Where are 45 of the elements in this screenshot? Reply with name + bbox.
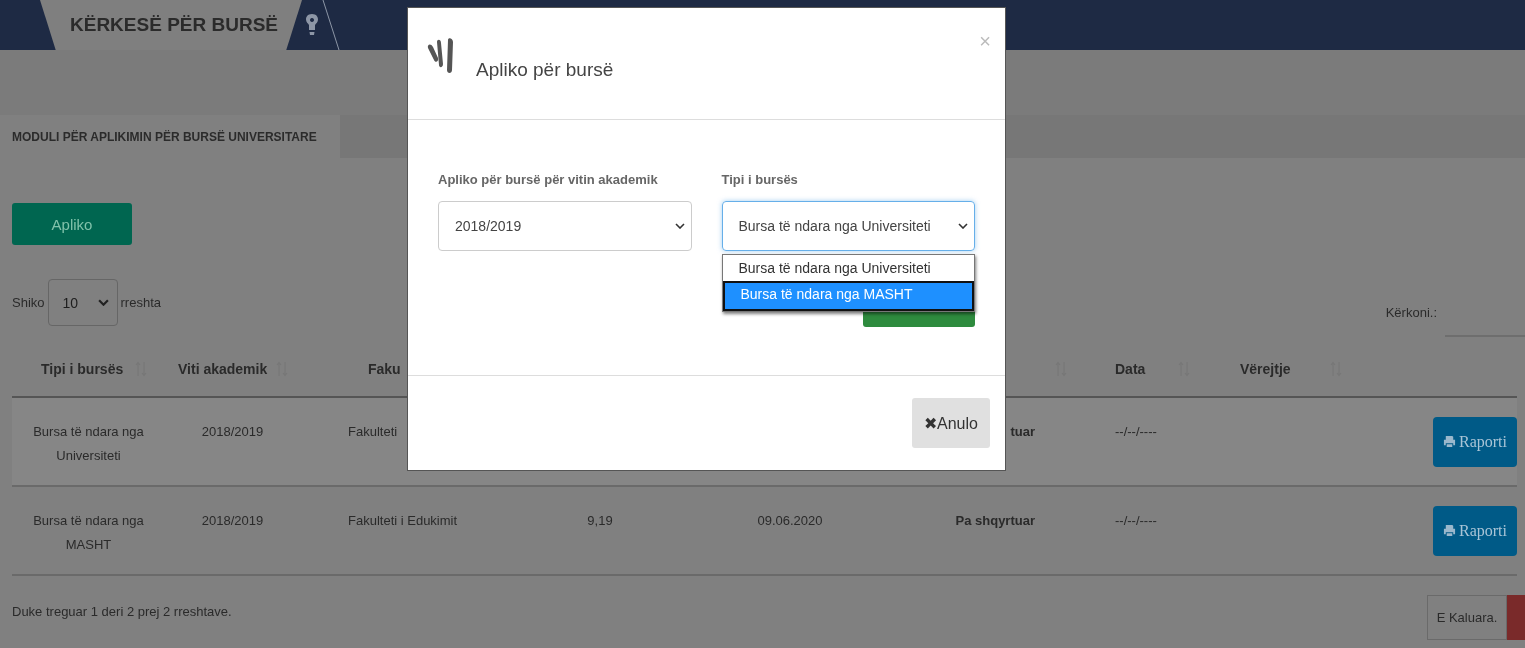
page-title: KËRKESË PËR BURSË	[70, 14, 278, 36]
caret-icon	[97, 299, 109, 306]
column-header[interactable]: Viti akademik	[178, 360, 268, 377]
printer-icon	[1443, 435, 1456, 448]
previous-page-button[interactable]: E Kaluara.	[1427, 595, 1507, 640]
rows-label: rreshta	[120, 295, 161, 310]
select-field[interactable]: Bursa të ndara nga Universiteti	[721, 201, 975, 251]
section-title: MODULI PËR APLIKIMIN PËR BURSË UNIVERSITARE	[12, 129, 317, 144]
table-cell: Fakulteti i Edukimit	[348, 513, 458, 528]
field-label: Tipi i bursës	[721, 172, 799, 187]
close-button[interactable]: ×	[979, 30, 991, 53]
field-label: Apliko për bursë për vitin akademik	[438, 172, 659, 187]
column-header[interactable]: Vërejtje	[1240, 360, 1291, 377]
dropdown-option[interactable]: Bursa të ndara nga Universiteti	[722, 255, 974, 281]
table-cell: 9,19	[587, 513, 613, 528]
divider-line	[321, 0, 341, 50]
caret-icon	[674, 223, 685, 229]
column-header[interactable]: Data	[1115, 360, 1146, 377]
printer-icon	[1443, 524, 1456, 537]
table-cell: 2018/2019	[201, 513, 264, 528]
search-label: Kërkoni.:	[1385, 304, 1437, 320]
table-cell: --/--/----	[1115, 513, 1157, 528]
table-cell: 2018/2019	[201, 424, 264, 439]
page-length-select[interactable]: 10	[47, 279, 118, 326]
lightbulb-icon[interactable]	[305, 13, 319, 37]
table-cell: Fakulteti	[348, 424, 398, 439]
show-label: Shiko	[12, 295, 45, 310]
dialog-title: Apliko për bursë	[476, 58, 614, 81]
table-cell: Bursa të ndara nga MASHT	[33, 513, 144, 552]
table-cell: Pa shqyrtuar	[955, 513, 1035, 528]
column-header[interactable]: Tipi i bursës	[41, 360, 124, 377]
apply-button[interactable]: Apliko	[12, 203, 132, 245]
table-info: Duke treguar 1 deri 2 prej 2 rreshtave.	[12, 603, 232, 619]
table-cell: 09.06.2020	[757, 513, 823, 528]
table-cell: Bursa të ndara nga Universiteti	[33, 424, 144, 463]
table-cell: --/--/----	[1115, 424, 1157, 439]
dropdown-option[interactable]: Bursa të ndara nga MASHT	[722, 281, 974, 311]
next-page-button[interactable]	[1507, 595, 1525, 640]
cancel-button[interactable]: ✖Anulo	[912, 398, 990, 448]
report-button[interactable]: Raporti	[1433, 416, 1517, 467]
caret-icon	[958, 223, 968, 229]
report-button[interactable]: Raporti	[1433, 505, 1517, 556]
select-field[interactable]: 2018/2019	[438, 201, 692, 251]
column-header[interactable]: Faku	[368, 360, 401, 377]
table-cell: tuar	[1010, 424, 1035, 439]
